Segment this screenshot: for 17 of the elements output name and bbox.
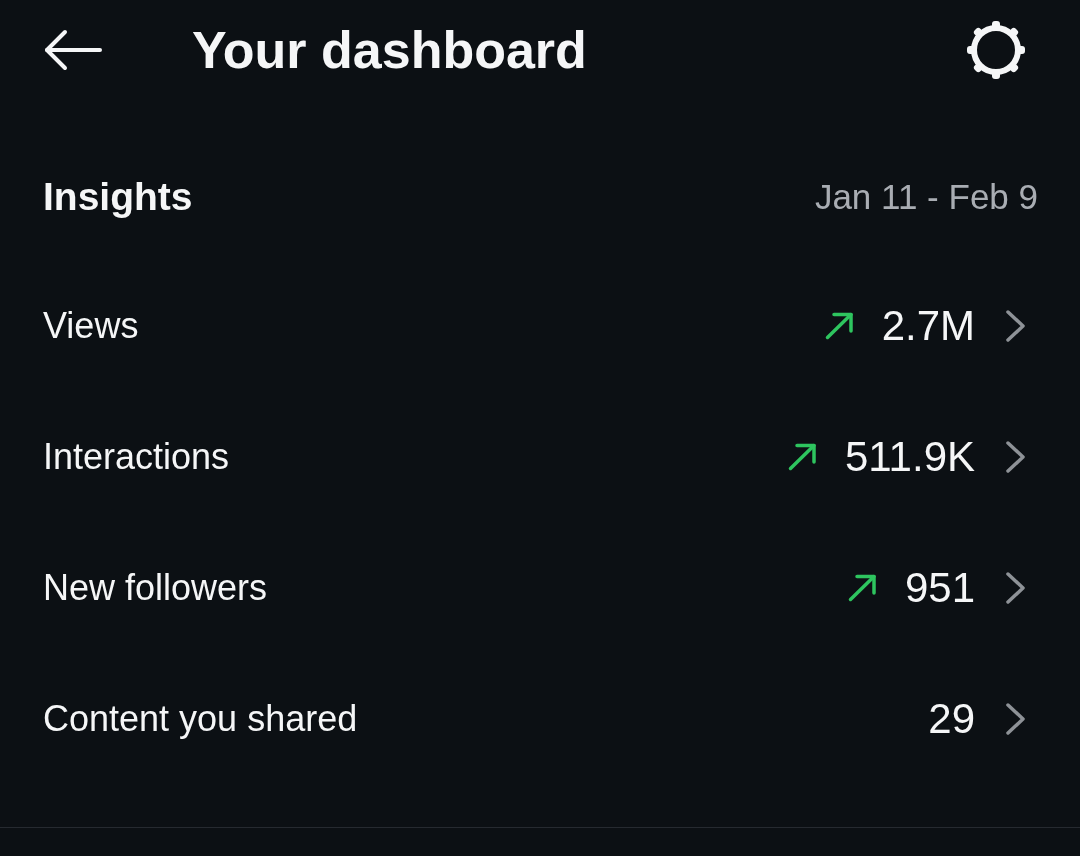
page-title: Your dashboard xyxy=(192,20,588,80)
section-title: Insights xyxy=(43,175,193,219)
settings-icon[interactable] xyxy=(967,21,1025,79)
metric-value: 951 xyxy=(904,563,975,612)
metric-value: 2.7M xyxy=(881,301,975,350)
metric-label: Views xyxy=(43,304,140,347)
chevron-right-icon[interactable] xyxy=(1005,439,1026,474)
metric-label: New followers xyxy=(43,566,269,609)
metric-value: 511.9K xyxy=(845,432,975,481)
date-range: Jan 11 - Feb 9 xyxy=(814,177,1038,217)
metric-label: Interactions xyxy=(43,435,231,478)
chevron-right-icon[interactable] xyxy=(1005,570,1026,605)
metric-value: 29 xyxy=(928,694,975,743)
back-icon[interactable] xyxy=(44,29,102,71)
chevron-right-icon[interactable] xyxy=(1005,701,1026,736)
metric-label: Content you shared xyxy=(43,697,359,740)
chevron-right-icon[interactable] xyxy=(1005,308,1026,343)
